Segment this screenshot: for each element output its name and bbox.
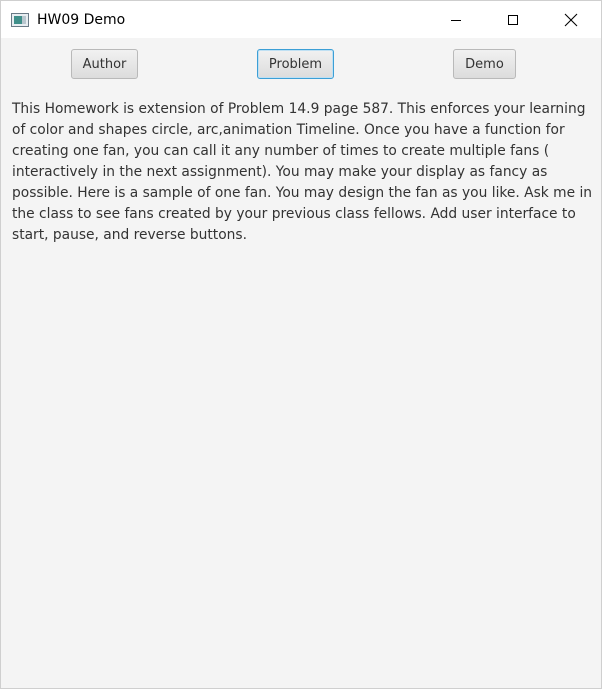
close-icon xyxy=(564,13,578,26)
demo-button[interactable]: Demo xyxy=(453,49,516,79)
app-window: HW09 Demo Author Problem Demo This Homew… xyxy=(0,0,602,689)
problem-button[interactable]: Problem xyxy=(257,49,334,79)
problem-description: This Homework is extension of Problem 14… xyxy=(12,101,593,243)
minimize-button[interactable] xyxy=(433,1,479,38)
author-button[interactable]: Author xyxy=(71,49,138,79)
maximize-button[interactable] xyxy=(490,1,536,38)
minimize-icon xyxy=(451,19,461,21)
java-app-icon xyxy=(11,12,29,27)
title-bar[interactable]: HW09 Demo xyxy=(1,1,601,38)
window-title: HW09 Demo xyxy=(37,12,126,28)
maximize-icon xyxy=(508,14,518,25)
close-button[interactable] xyxy=(548,1,594,38)
